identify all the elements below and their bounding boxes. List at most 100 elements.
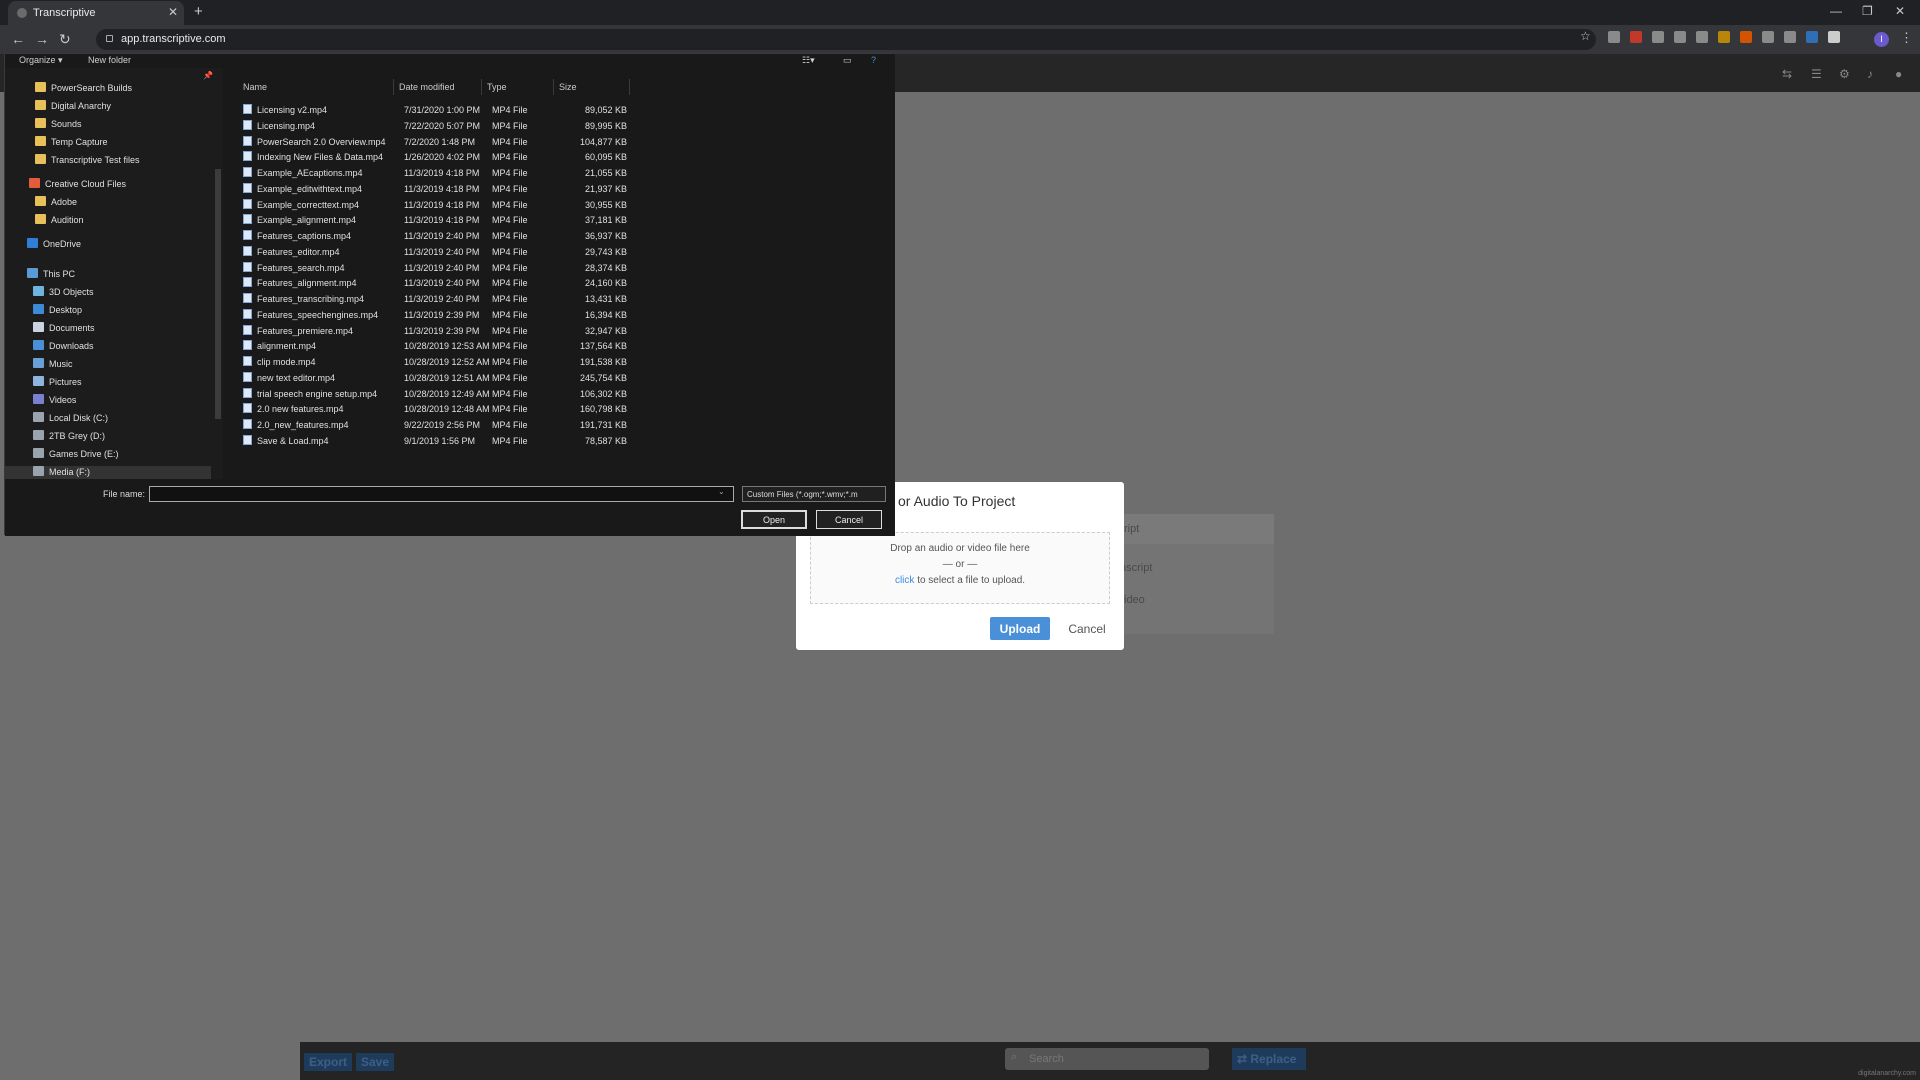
pin-icon[interactable]: 📌 (203, 71, 213, 80)
list-icon[interactable]: ☰ (1811, 67, 1822, 81)
extension-icon[interactable] (1652, 31, 1664, 43)
drop-text: Drop an audio or video file here (890, 543, 1030, 554)
video-file-icon (243, 230, 252, 240)
view-options-icon[interactable]: ☷▾ (802, 55, 815, 66)
column-divider[interactable] (393, 79, 394, 95)
file-row[interactable]: Features_captions.mp4 11/3/2019 2:40 PM MP… (243, 228, 743, 244)
file-size: 36,937 KB (584, 231, 627, 241)
nav-scrollbar-thumb[interactable] (215, 169, 221, 419)
export-button[interactable]: Export (304, 1053, 353, 1071)
cancel-button[interactable]: Cancel (816, 510, 882, 529)
file-row[interactable]: Features_search.mp4 11/3/2019 2:40 PM MP4 … (243, 260, 743, 276)
chevron-down-icon[interactable]: ⌄ (718, 487, 725, 496)
pictures-icon (33, 376, 44, 386)
file-row[interactable]: Indexing New Files & Data.mp4 1/26/2020 4… (243, 149, 743, 165)
new-tab-button[interactable]: + (194, 3, 203, 20)
file-size: 89,052 KB (584, 105, 627, 115)
file-row[interactable]: alignment.mp4 10/28/2019 12:53 AM MP4 File… (243, 338, 743, 354)
file-row[interactable]: PowerSearch 2.0 Overview.mp4 7/2/2020 1:4… (243, 134, 743, 150)
file-row[interactable]: Features_alignment.mp4 11/3/2019 2:40 PM M… (243, 275, 743, 291)
column-header-size[interactable]: Size (559, 82, 577, 92)
extensions-puzzle-icon[interactable] (1828, 31, 1840, 43)
file-row[interactable]: new text editor.mp4 10/28/2019 12:51 AM MP… (243, 370, 743, 386)
nav-item-label: Temp Capture (51, 137, 108, 147)
lock-icon (106, 35, 113, 42)
reload-icon[interactable]: ↻ (59, 31, 71, 48)
search-input[interactable]: ⌕ Search (1005, 1048, 1209, 1070)
search-icon[interactable]: ⌕ (1215, 1049, 1222, 1065)
file-row[interactable]: Example_correcttext.mp4 11/3/2019 4:18 PM… (243, 197, 743, 213)
browser-tab[interactable]: Transcriptive ✕ (8, 1, 184, 25)
bell-icon[interactable]: ♪ (1867, 67, 1873, 81)
user-icon[interactable]: ● (1895, 67, 1902, 81)
file-row[interactable]: Features_transcribing.mp4 11/3/2019 2:40 … (243, 291, 743, 307)
extension-icon[interactable] (1608, 31, 1620, 43)
file-row[interactable]: Licensing.mp4 7/22/2020 5:07 PM MP4 File 89… (243, 118, 743, 134)
select-file-link[interactable]: click (895, 575, 914, 586)
extension-icon[interactable] (1630, 31, 1642, 43)
forward-icon[interactable]: → (35, 31, 49, 47)
upload-button[interactable]: Upload (990, 617, 1050, 640)
share-icon[interactable]: ⇆ (1782, 67, 1792, 81)
column-divider[interactable] (481, 79, 482, 95)
file-row[interactable]: 2.0 new features.mp4 10/28/2019 12:48 AM M… (243, 401, 743, 417)
extension-icon[interactable] (1784, 31, 1796, 43)
cancel-modal-button[interactable]: Cancel (1058, 617, 1116, 640)
column-divider[interactable] (629, 79, 630, 95)
file-row[interactable]: Example_editwithtext.mp4 11/3/2019 4:18 P… (243, 181, 743, 197)
file-size: 106,302 KB (579, 388, 627, 399)
close-window-icon[interactable]: ✕ (1895, 4, 1905, 18)
extension-icon[interactable] (1740, 31, 1752, 43)
open-button[interactable]: Open (741, 510, 807, 529)
gear-icon[interactable]: ⚙ (1839, 67, 1850, 81)
column-divider[interactable] (553, 79, 554, 95)
help-icon[interactable]: ? (871, 55, 876, 65)
back-icon[interactable]: ← (11, 31, 25, 47)
browser-menu-icon[interactable]: ⋮ (1900, 30, 1913, 46)
replace-button[interactable]: ⇄ Replace (1232, 1048, 1306, 1070)
restore-icon[interactable]: ❐ (1862, 4, 1873, 18)
file-date: 10/28/2019 12:49 AM (404, 388, 490, 399)
file-type: MP4 File (492, 404, 528, 415)
organize-menu[interactable]: Organize ▾ (19, 55, 63, 66)
file-row[interactable]: trial speech engine setup.mp4 10/28/2019 … (243, 386, 743, 402)
nav-item-label: Music (49, 359, 73, 369)
file-row[interactable]: Features_editor.mp4 11/3/2019 2:40 PM MP4 … (243, 244, 743, 260)
address-bar[interactable]: app.transcriptive.com (96, 29, 1596, 50)
extension-icon[interactable] (1806, 31, 1818, 43)
file-row[interactable]: Licensing v2.mp4 7/31/2020 1:00 PM MP4 Fil… (243, 102, 743, 118)
file-row[interactable]: Save & Load.mp4 9/1/2019 1:56 PM MP4 File 7… (243, 433, 743, 449)
new-folder-button[interactable]: New folder (88, 55, 131, 65)
column-header-type[interactable]: Type (487, 82, 507, 92)
video-file-icon (243, 308, 252, 319)
column-header-date[interactable]: Date modified (399, 82, 455, 92)
file-row[interactable]: Example_AEcaptions.mp4 11/3/2019 4:18 PM M… (243, 165, 743, 181)
extension-icon[interactable] (1718, 31, 1730, 43)
bookmark-star-icon[interactable]: ☆ (1580, 29, 1592, 43)
video-file-icon (243, 104, 252, 114)
tab-favicon-icon (17, 8, 27, 18)
drop-zone[interactable]: Drop an audio or video file here — or — … (810, 532, 1110, 604)
extension-icon[interactable] (1762, 31, 1774, 43)
profile-avatar[interactable]: I (1874, 32, 1889, 47)
file-row[interactable]: Features_speechengines.mp4 11/3/2019 2:39… (243, 307, 743, 323)
minimize-icon[interactable]: — (1830, 4, 1842, 18)
file-date: 11/3/2019 4:18 PM (404, 168, 480, 178)
file-row[interactable]: Features_premiere.mp4 11/3/2019 2:39 PM MP… (243, 323, 743, 339)
close-tab-icon[interactable]: ✕ (168, 5, 178, 19)
column-header-name[interactable]: Name (243, 82, 267, 92)
file-row[interactable]: clip mode.mp4 10/28/2019 12:52 AM MP4 File… (243, 354, 743, 370)
video-file-icon (243, 324, 252, 335)
preview-pane-icon[interactable]: ▭ (843, 55, 852, 66)
file-row[interactable]: 2.0_new_features.mp4 9/22/2019 2:56 PM MP4… (243, 417, 743, 433)
file-name-input[interactable] (149, 486, 734, 502)
extension-icon[interactable] (1696, 31, 1708, 43)
save-button[interactable]: Save (356, 1053, 395, 1071)
file-name: Licensing v2.mp4 (257, 105, 328, 115)
file-type-select[interactable]: Custom Files (*.ogm;*.wmv;*.m (742, 486, 886, 502)
file-date: 11/3/2019 2:39 PM (404, 309, 480, 320)
extension-icon[interactable] (1674, 31, 1686, 43)
nav-item-label: Downloads (49, 341, 94, 351)
file-type: MP4 File (492, 168, 528, 178)
file-row[interactable]: Example_alignment.mp4 11/3/2019 4:18 PM MP… (243, 212, 743, 228)
